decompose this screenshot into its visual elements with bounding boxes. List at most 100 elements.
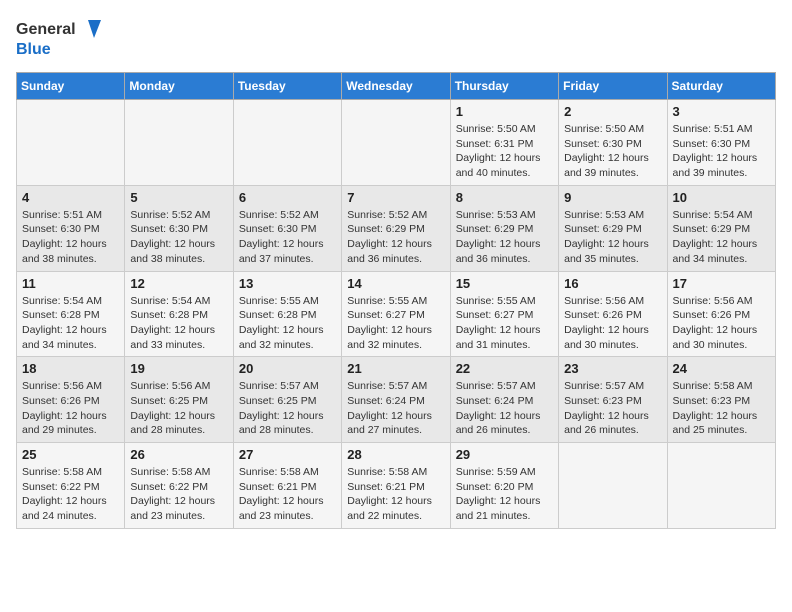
calendar-day-cell: 18Sunrise: 5:56 AM Sunset: 6:26 PM Dayli…	[17, 357, 125, 443]
day-info: Sunrise: 5:58 AM Sunset: 6:22 PM Dayligh…	[22, 465, 119, 524]
calendar-day-cell: 22 Sunrise: 5:57 AM Sunset: 6:24 PM Dayli…	[450, 357, 558, 443]
day-info: Sunrise: 5:57 AM Sunset: 6:24 PM Dayligh…	[456, 379, 553, 438]
day-number: 23	[564, 361, 661, 376]
day-info: Sunrise: 5:58 AM Sunset: 6:21 PM Dayligh…	[347, 465, 444, 524]
calendar-day-cell: 12 Sunrise: 5:54 AM Sunset: 6:28 PM Dayli…	[125, 271, 233, 357]
day-number: 12	[130, 276, 227, 291]
calendar-week-row: 25 Sunrise: 5:58 AM Sunset: 6:22 PM Dayli…	[17, 443, 776, 529]
day-info: Sunrise: 5:57 AM Sunset: 6:25 PM Dayligh…	[239, 379, 336, 438]
day-info: Sunrise: 5:50 AM Sunset: 6:31 PM Dayligh…	[456, 122, 553, 181]
calendar-day-cell: 23 Sunrise: 5:57 AM Sunset: 6:23 PM Dayli…	[559, 357, 667, 443]
calendar-day-cell: 4Sunrise: 5:51 AM Sunset: 6:30 PM Daylig…	[17, 185, 125, 271]
day-number: 26	[130, 447, 227, 462]
day-number: 6	[239, 190, 336, 205]
calendar-day-cell: 28 Sunrise: 5:58 AM Sunset: 6:21 PM Dayli…	[342, 443, 450, 529]
day-number: 19	[130, 361, 227, 376]
day-number: 9	[564, 190, 661, 205]
day-number: 7	[347, 190, 444, 205]
day-info: Sunrise: 5:59 AM Sunset: 6:20 PM Dayligh…	[456, 465, 553, 524]
calendar-day-cell: 5Sunrise: 5:52 AM Sunset: 6:30 PM Daylig…	[125, 185, 233, 271]
day-info: Sunrise: 5:53 AM Sunset: 6:29 PM Dayligh…	[456, 208, 553, 267]
day-info: Sunrise: 5:56 AM Sunset: 6:26 PM Dayligh…	[673, 294, 770, 353]
calendar-day-cell: 6 Sunrise: 5:52 AM Sunset: 6:30 PM Daylig…	[233, 185, 341, 271]
calendar-day-cell: 7 Sunrise: 5:52 AM Sunset: 6:29 PM Daylig…	[342, 185, 450, 271]
day-number: 1	[456, 104, 553, 119]
day-of-week-header: Friday	[559, 73, 667, 100]
svg-text:General: General	[16, 21, 76, 38]
day-info: Sunrise: 5:58 AM Sunset: 6:22 PM Dayligh…	[130, 465, 227, 524]
calendar-day-cell: 15 Sunrise: 5:55 AM Sunset: 6:27 PM Dayli…	[450, 271, 558, 357]
day-info: Sunrise: 5:51 AM Sunset: 6:30 PM Dayligh…	[673, 122, 770, 181]
day-info: Sunrise: 5:57 AM Sunset: 6:24 PM Dayligh…	[347, 379, 444, 438]
svg-text:Blue: Blue	[16, 41, 51, 58]
day-number: 25	[22, 447, 119, 462]
calendar-day-cell	[559, 443, 667, 529]
day-of-week-header: Thursday	[450, 73, 558, 100]
day-number: 18	[22, 361, 119, 376]
day-info: Sunrise: 5:51 AM Sunset: 6:30 PM Dayligh…	[22, 208, 119, 267]
day-info: Sunrise: 5:50 AM Sunset: 6:30 PM Dayligh…	[564, 122, 661, 181]
calendar-day-cell: 24Sunrise: 5:58 AM Sunset: 6:23 PM Dayli…	[667, 357, 775, 443]
calendar-day-cell: 14Sunrise: 5:55 AM Sunset: 6:27 PM Dayli…	[342, 271, 450, 357]
day-of-week-header: Monday	[125, 73, 233, 100]
logo-icon: General Blue	[16, 16, 116, 60]
calendar-day-cell: 17 Sunrise: 5:56 AM Sunset: 6:26 PM Dayli…	[667, 271, 775, 357]
day-number: 10	[673, 190, 770, 205]
calendar-table: SundayMondayTuesdayWednesdayThursdayFrid…	[16, 72, 776, 529]
calendar-day-cell: 26 Sunrise: 5:58 AM Sunset: 6:22 PM Dayli…	[125, 443, 233, 529]
day-info: Sunrise: 5:54 AM Sunset: 6:28 PM Dayligh…	[22, 294, 119, 353]
day-info: Sunrise: 5:56 AM Sunset: 6:25 PM Dayligh…	[130, 379, 227, 438]
calendar-day-cell: 16 Sunrise: 5:56 AM Sunset: 6:26 PM Dayli…	[559, 271, 667, 357]
day-of-week-header: Sunday	[17, 73, 125, 100]
day-of-week-header: Tuesday	[233, 73, 341, 100]
day-number: 15	[456, 276, 553, 291]
day-number: 13	[239, 276, 336, 291]
page-header: General Blue	[16, 16, 776, 60]
day-info: Sunrise: 5:58 AM Sunset: 6:21 PM Dayligh…	[239, 465, 336, 524]
calendar-day-cell: 11Sunrise: 5:54 AM Sunset: 6:28 PM Dayli…	[17, 271, 125, 357]
day-number: 8	[456, 190, 553, 205]
calendar-day-cell: 8 Sunrise: 5:53 AM Sunset: 6:29 PM Daylig…	[450, 185, 558, 271]
calendar-day-cell: 21 Sunrise: 5:57 AM Sunset: 6:24 PM Dayli…	[342, 357, 450, 443]
day-number: 3	[673, 104, 770, 119]
day-info: Sunrise: 5:54 AM Sunset: 6:28 PM Dayligh…	[130, 294, 227, 353]
day-number: 29	[456, 447, 553, 462]
calendar-day-cell: 9 Sunrise: 5:53 AM Sunset: 6:29 PM Daylig…	[559, 185, 667, 271]
calendar-day-cell: 3 Sunrise: 5:51 AM Sunset: 6:30 PM Daylig…	[667, 100, 775, 186]
day-number: 17	[673, 276, 770, 291]
calendar-day-cell	[17, 100, 125, 186]
calendar-day-cell: 1 Sunrise: 5:50 AM Sunset: 6:31 PM Daylig…	[450, 100, 558, 186]
calendar-day-cell: 13 Sunrise: 5:55 AM Sunset: 6:28 PM Dayli…	[233, 271, 341, 357]
day-info: Sunrise: 5:56 AM Sunset: 6:26 PM Dayligh…	[564, 294, 661, 353]
day-number: 22	[456, 361, 553, 376]
calendar-header-row: SundayMondayTuesdayWednesdayThursdayFrid…	[17, 73, 776, 100]
calendar-week-row: 1 Sunrise: 5:50 AM Sunset: 6:31 PM Daylig…	[17, 100, 776, 186]
day-number: 28	[347, 447, 444, 462]
calendar-day-cell	[342, 100, 450, 186]
calendar-day-cell: 27 Sunrise: 5:58 AM Sunset: 6:21 PM Dayli…	[233, 443, 341, 529]
day-of-week-header: Wednesday	[342, 73, 450, 100]
day-info: Sunrise: 5:55 AM Sunset: 6:27 PM Dayligh…	[456, 294, 553, 353]
calendar-week-row: 4Sunrise: 5:51 AM Sunset: 6:30 PM Daylig…	[17, 185, 776, 271]
day-info: Sunrise: 5:58 AM Sunset: 6:23 PM Dayligh…	[673, 379, 770, 438]
day-info: Sunrise: 5:55 AM Sunset: 6:28 PM Dayligh…	[239, 294, 336, 353]
day-of-week-header: Saturday	[667, 73, 775, 100]
day-number: 2	[564, 104, 661, 119]
calendar-week-row: 11Sunrise: 5:54 AM Sunset: 6:28 PM Dayli…	[17, 271, 776, 357]
calendar-day-cell: 25 Sunrise: 5:58 AM Sunset: 6:22 PM Dayli…	[17, 443, 125, 529]
calendar-day-cell: 20 Sunrise: 5:57 AM Sunset: 6:25 PM Dayli…	[233, 357, 341, 443]
day-number: 20	[239, 361, 336, 376]
day-number: 16	[564, 276, 661, 291]
day-info: Sunrise: 5:52 AM Sunset: 6:29 PM Dayligh…	[347, 208, 444, 267]
day-info: Sunrise: 5:53 AM Sunset: 6:29 PM Dayligh…	[564, 208, 661, 267]
day-info: Sunrise: 5:52 AM Sunset: 6:30 PM Dayligh…	[239, 208, 336, 267]
calendar-day-cell	[125, 100, 233, 186]
calendar-day-cell: 2 Sunrise: 5:50 AM Sunset: 6:30 PM Daylig…	[559, 100, 667, 186]
day-number: 5	[130, 190, 227, 205]
calendar-day-cell	[667, 443, 775, 529]
day-number: 27	[239, 447, 336, 462]
day-number: 21	[347, 361, 444, 376]
day-info: Sunrise: 5:57 AM Sunset: 6:23 PM Dayligh…	[564, 379, 661, 438]
calendar-day-cell: 19 Sunrise: 5:56 AM Sunset: 6:25 PM Dayli…	[125, 357, 233, 443]
calendar-day-cell: 29 Sunrise: 5:59 AM Sunset: 6:20 PM Dayli…	[450, 443, 558, 529]
